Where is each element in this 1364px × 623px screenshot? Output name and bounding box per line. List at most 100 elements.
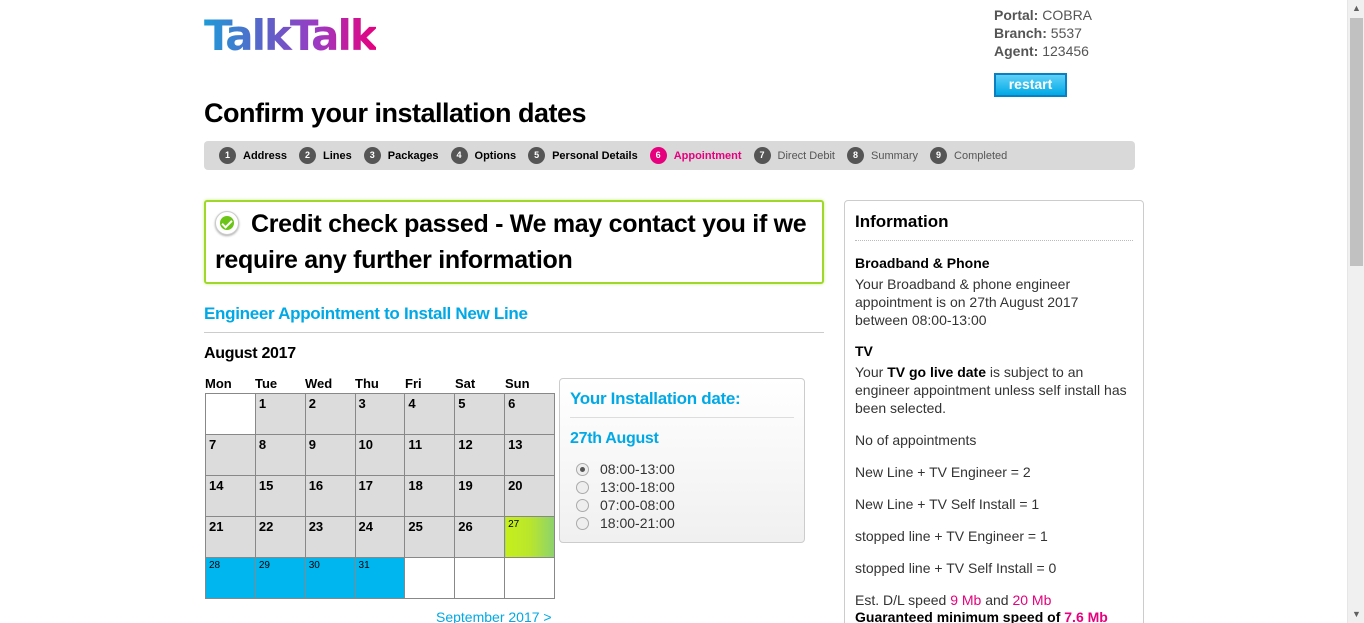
calendar-day: 6 bbox=[504, 393, 555, 435]
calendar-day: 13 bbox=[504, 434, 555, 476]
talktalk-logo[interactable]: TalkTalk bbox=[204, 12, 378, 60]
scrollbar-thumb[interactable] bbox=[1350, 18, 1363, 266]
calendar-day: 18 bbox=[404, 475, 456, 517]
portal-info: Portal: COBRA Branch: 5537 Agent: 123456 bbox=[994, 6, 1092, 60]
calendar-day-available[interactable]: 31 bbox=[354, 557, 406, 599]
calendar-day bbox=[504, 557, 555, 599]
calendar-day: 22 bbox=[254, 516, 306, 558]
calendar-week: 7 8 9 10 11 12 13 bbox=[205, 434, 555, 476]
check-icon bbox=[215, 211, 239, 235]
day-header-mon: Mon bbox=[205, 376, 232, 391]
radio-selected-icon[interactable] bbox=[576, 462, 589, 476]
time-slot-option[interactable]: 13:00-18:00 bbox=[570, 478, 794, 496]
calendar-day-available[interactable]: 28 bbox=[205, 557, 256, 599]
broadband-phone-heading: Broadband & Phone bbox=[855, 255, 990, 271]
calendar-day: 21 bbox=[205, 516, 256, 558]
time-slot-option[interactable]: 07:00-08:00 bbox=[570, 496, 794, 514]
appointment-count-line: New Line + TV Engineer = 2 bbox=[855, 464, 1031, 480]
step-appointment[interactable]: 6 Appointment bbox=[649, 147, 742, 164]
calendar-day: 1 bbox=[254, 393, 306, 435]
radio-icon[interactable] bbox=[576, 480, 589, 494]
calendar-day: 12 bbox=[454, 434, 506, 476]
step-address[interactable]: 1 Address bbox=[219, 147, 287, 164]
calendar-day: 3 bbox=[354, 393, 406, 435]
calendar-day: 17 bbox=[354, 475, 406, 517]
time-slot-option[interactable]: 18:00-21:00 bbox=[570, 514, 794, 532]
tv-heading: TV bbox=[855, 343, 873, 359]
day-header-wed: Wed bbox=[305, 376, 333, 391]
calendar-day: 2 bbox=[304, 393, 356, 435]
calendar-day: 26 bbox=[454, 516, 506, 558]
appointment-count-line: stopped line + TV Self Install = 0 bbox=[855, 560, 1057, 576]
page: TalkTalk Portal: COBRA Branch: 5537 Agen… bbox=[0, 0, 1364, 623]
radio-icon[interactable] bbox=[576, 516, 589, 530]
calendar-day-headers: Mon Tue Wed Thu Fri Sat Sun bbox=[205, 376, 555, 391]
time-slot-options: 08:00-13:00 13:00-18:00 07:00-08:00 18:0… bbox=[570, 460, 794, 532]
guaranteed-speed: Guaranteed minimum speed of 7.6 Mb bbox=[855, 609, 1108, 623]
agent-label: Agent: bbox=[994, 43, 1039, 59]
step-completed: 9 Completed bbox=[930, 147, 1007, 164]
branch-value: 5537 bbox=[1050, 25, 1082, 41]
broadband-phone-text: Your Broadband & phone engineer appointm… bbox=[855, 276, 1079, 328]
calendar-week: 28 29 30 31 bbox=[205, 557, 555, 599]
calendar-day: 7 bbox=[205, 434, 256, 476]
calendar-day: 25 bbox=[404, 516, 456, 558]
day-header-sun: Sun bbox=[505, 376, 530, 391]
tv-text: Your TV go live date is subject to an en… bbox=[855, 364, 1127, 416]
next-month-link[interactable]: September 2017 > bbox=[436, 609, 552, 623]
calendar-month-title: August 2017 bbox=[204, 345, 296, 362]
calendar-day: 9 bbox=[304, 434, 356, 476]
calendar-week: 21 22 23 24 25 26 27 bbox=[205, 516, 555, 558]
vertical-scrollbar[interactable]: ▲ ▼ bbox=[1347, 0, 1364, 623]
calendar-day-selected[interactable]: 27 bbox=[504, 516, 555, 558]
appointment-count-line: stopped line + TV Engineer = 1 bbox=[855, 528, 1048, 544]
branch-label: Branch: bbox=[994, 25, 1047, 41]
credit-check-text: Credit check passed - We may contact you… bbox=[215, 210, 807, 274]
calendar-day-available[interactable]: 29 bbox=[254, 557, 306, 599]
step-summary: 8 Summary bbox=[846, 147, 918, 164]
information-title: Information bbox=[855, 212, 1133, 241]
day-header-sat: Sat bbox=[455, 376, 476, 391]
step-packages[interactable]: 3 Packages bbox=[363, 147, 439, 164]
calendar-week: 14 15 16 17 18 19 20 bbox=[205, 475, 555, 517]
calendar-day: 20 bbox=[504, 475, 555, 517]
page-title: Confirm your installation dates bbox=[204, 98, 587, 128]
step-lines[interactable]: 2 Lines bbox=[299, 147, 352, 164]
calendar-day bbox=[454, 557, 506, 599]
installation-date-box: Your Installation date: 27th August 08:0… bbox=[559, 378, 805, 543]
step-direct-debit: 7 Direct Debit bbox=[753, 147, 835, 164]
appointments-label: No of appointments bbox=[855, 432, 977, 448]
calendar-day: 24 bbox=[354, 516, 406, 558]
calendar-day: 10 bbox=[354, 434, 406, 476]
day-header-thu: Thu bbox=[355, 376, 379, 391]
credit-check-message: Credit check passed - We may contact you… bbox=[204, 200, 824, 284]
portal-value: COBRA bbox=[1042, 7, 1093, 23]
estimated-speed: Est. D/L speed 9 Mb and 20 Mb bbox=[855, 592, 1052, 608]
portal-label: Portal: bbox=[994, 7, 1039, 23]
agent-value: 123456 bbox=[1042, 43, 1089, 59]
calendar-day: 8 bbox=[254, 434, 306, 476]
calendar-day: 23 bbox=[304, 516, 356, 558]
progress-steps: 1 Address 2 Lines 3 Packages 4 Options 5 Pers… bbox=[204, 141, 1135, 170]
calendar-day: 5 bbox=[454, 393, 506, 435]
calendar-day: 11 bbox=[404, 434, 456, 476]
calendar-day: 19 bbox=[454, 475, 506, 517]
scroll-down-arrow-icon[interactable]: ▼ bbox=[1348, 606, 1364, 623]
day-header-tue: Tue bbox=[255, 376, 278, 391]
restart-button[interactable]: restart bbox=[994, 73, 1067, 97]
calendar-day: 15 bbox=[254, 475, 306, 517]
calendar-day-available[interactable]: 30 bbox=[304, 557, 356, 599]
calendar-day: 14 bbox=[205, 475, 256, 517]
calendar-grid: 1 2 3 4 5 6 7 8 9 10 11 12 13 14 15 16 1… bbox=[205, 393, 555, 599]
radio-icon[interactable] bbox=[576, 498, 589, 512]
step-options[interactable]: 4 Options bbox=[450, 147, 516, 164]
calendar-day bbox=[205, 393, 256, 435]
step-personal-details[interactable]: 5 Personal Details bbox=[528, 147, 638, 164]
calendar-day: 16 bbox=[304, 475, 356, 517]
scroll-up-arrow-icon[interactable]: ▲ bbox=[1348, 0, 1364, 17]
installation-date-title: Your Installation date: bbox=[570, 389, 794, 418]
engineer-appointment-heading: Engineer Appointment to Install New Line bbox=[204, 304, 824, 333]
time-slot-option[interactable]: 08:00-13:00 bbox=[570, 460, 794, 478]
calendar-day bbox=[404, 557, 456, 599]
installation-date-value: 27th August bbox=[570, 430, 659, 447]
